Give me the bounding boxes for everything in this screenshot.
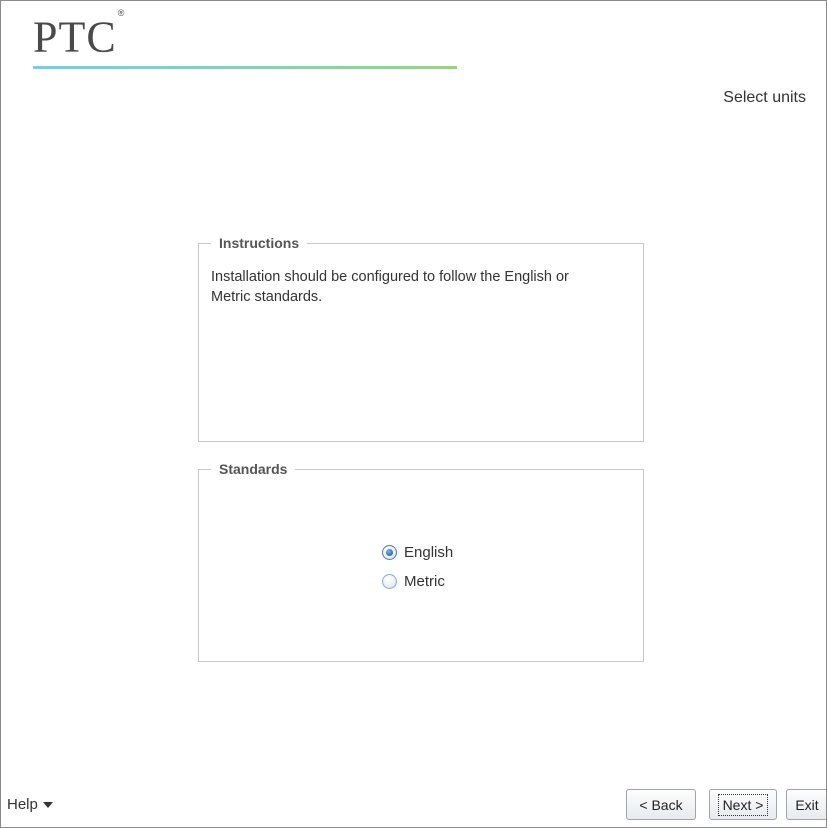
english-label: English (404, 544, 454, 561)
instructions-legend: Instructions (211, 235, 308, 251)
standards-group: Standards English Metric (198, 461, 644, 662)
metric-radio-button[interactable] (382, 574, 397, 589)
instructions-group: Instructions Installation should be conf… (198, 235, 644, 442)
metric-label: Metric (404, 573, 445, 590)
chevron-down-icon (42, 801, 53, 808)
logo-divider (33, 66, 457, 69)
next-button-label: Next > (717, 793, 769, 816)
back-button-label: < Back (639, 796, 683, 813)
trademark-symbol: ® (117, 8, 126, 18)
ptc-logo: PTC® (33, 7, 124, 64)
radio-option-metric[interactable]: Metric (382, 567, 453, 596)
help-label: Help (7, 796, 38, 813)
next-button[interactable]: Next > (709, 789, 777, 820)
back-button[interactable]: < Back (626, 789, 696, 820)
units-radio-group: English Metric (382, 538, 453, 596)
english-radio-button[interactable] (382, 545, 397, 560)
exit-button-label: Exit (795, 796, 819, 813)
logo-text: PTC (33, 12, 117, 62)
step-title: Select units (723, 89, 806, 106)
help-menu[interactable]: Help (7, 796, 53, 813)
exit-button[interactable]: Exit (786, 789, 826, 820)
instructions-text: Installation should be configured to fol… (211, 269, 569, 305)
installer-window: PTC® Select units Instructions Installat… (0, 0, 827, 828)
radio-option-english[interactable]: English (382, 538, 453, 567)
standards-legend: Standards (211, 461, 296, 477)
